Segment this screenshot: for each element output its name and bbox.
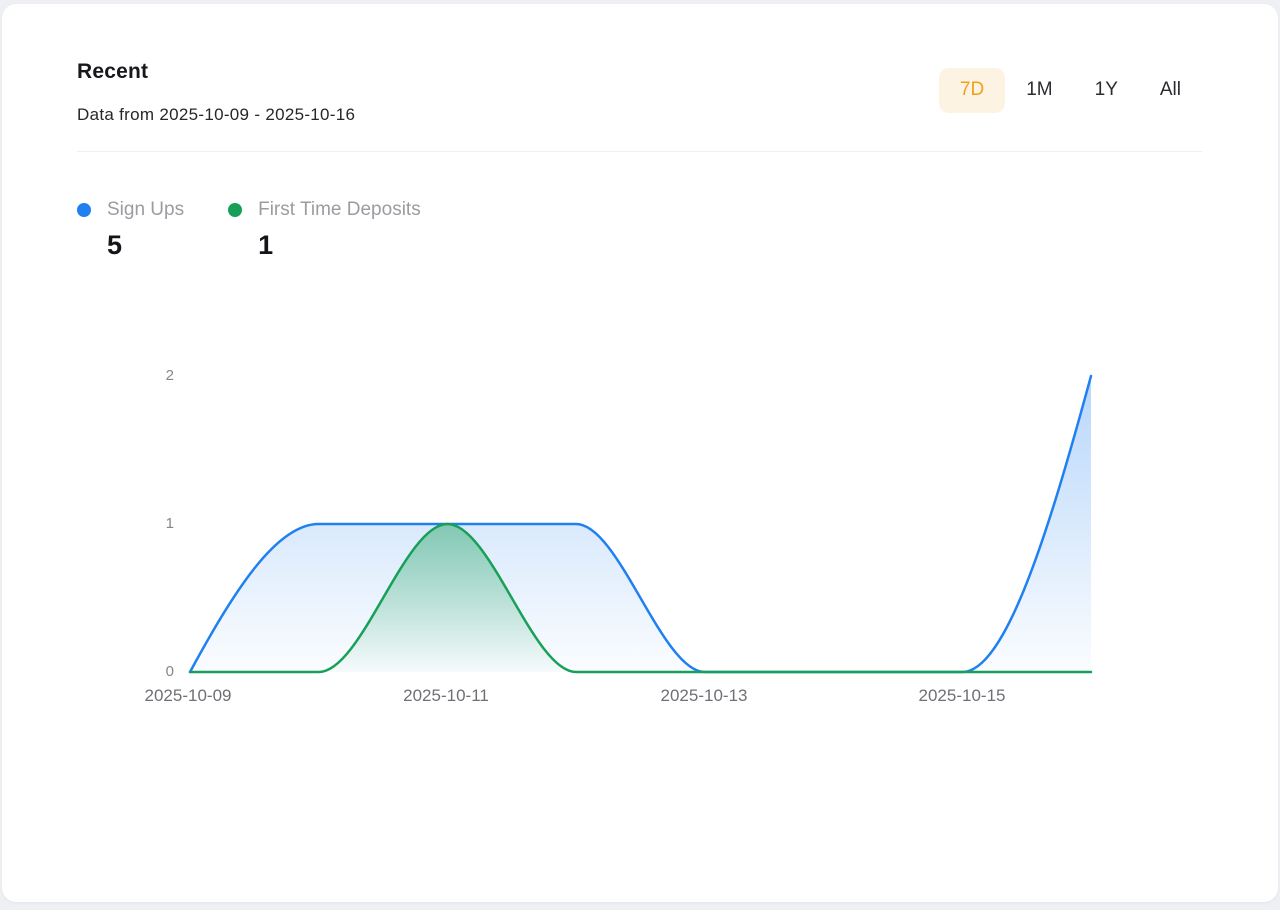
x-tick-2025-10-15: 2025-10-15 [892,686,1032,706]
recent-stats-card: Recent Data from 2025-10-09 - 2025-10-16… [2,4,1278,902]
y-tick-1: 1 [134,514,174,534]
y-tick-2: 2 [134,366,174,386]
x-tick-2025-10-13: 2025-10-13 [634,686,774,706]
x-tick-2025-10-09: 2025-10-09 [118,686,258,706]
chart-area: 2 1 0 2025-10-09 2025-10-11 2025-10-13 2… [2,4,1278,902]
x-tick-2025-10-11: 2025-10-11 [376,686,516,706]
area-chart-canvas[interactable] [2,350,1278,690]
y-tick-0: 0 [134,662,174,682]
